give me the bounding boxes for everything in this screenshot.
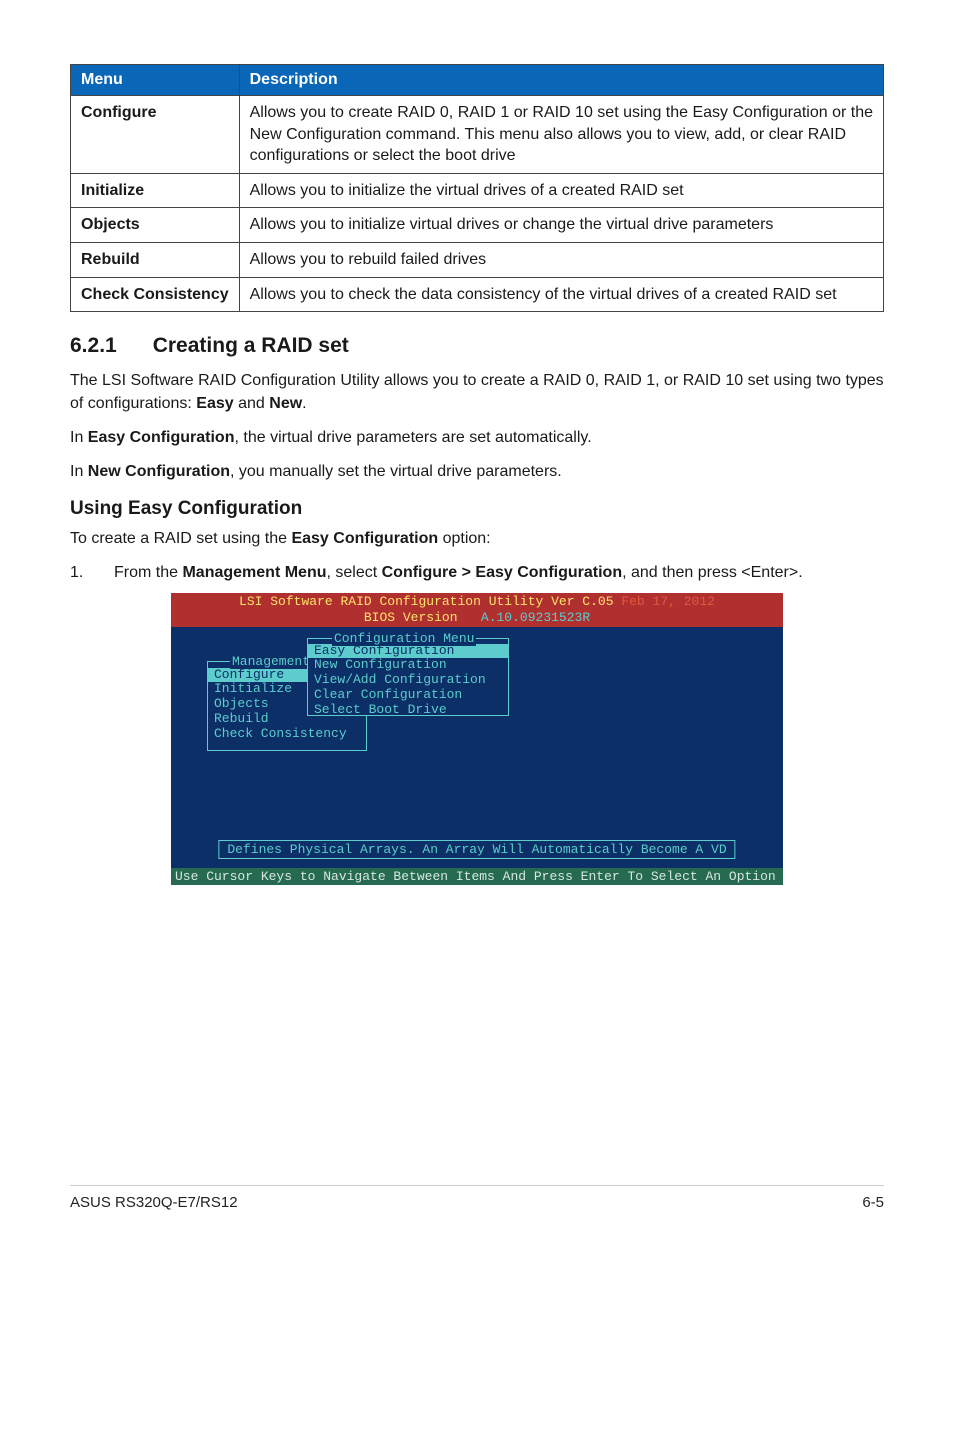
section-heading: 6.2.1 Creating a RAID set bbox=[70, 334, 884, 358]
cell-desc: Allows you to initialize the virtual dri… bbox=[239, 173, 883, 208]
cell-desc: Allows you to initialize virtual drives … bbox=[239, 208, 883, 243]
footer-left: ASUS RS320Q-E7/RS12 bbox=[70, 1194, 238, 1211]
table-row: Objects Allows you to initialize virtual… bbox=[71, 208, 884, 243]
configuration-menu-label: Configuration Menu bbox=[332, 631, 476, 646]
cfg-item-new: New Configuration bbox=[308, 658, 508, 673]
configuration-menu-box: Configuration Menu Easy Configuration Ne… bbox=[307, 638, 509, 716]
menu-description-table: Menu Description Configure Allows you to… bbox=[70, 64, 884, 312]
th-description: Description bbox=[239, 65, 883, 96]
cell-menu: Configure bbox=[71, 96, 240, 174]
console-status: Defines Physical Arrays. An Array Will A… bbox=[218, 840, 735, 859]
bios-console-screenshot: LSI Software RAID Configuration Utility … bbox=[171, 593, 783, 885]
console-footer: Use Cursor Keys to Navigate Between Item… bbox=[171, 868, 783, 885]
table-row: Rebuild Allows you to rebuild failed dri… bbox=[71, 242, 884, 277]
cell-desc: Allows you to check the data consistency… bbox=[239, 277, 883, 312]
step-text: From the Management Menu, select Configu… bbox=[114, 562, 803, 584]
paragraph: In Easy Configuration, the virtual drive… bbox=[70, 427, 884, 449]
th-menu: Menu bbox=[71, 65, 240, 96]
step-number: 1. bbox=[70, 562, 114, 584]
mgmt-item-check-consistency: Check Consistency bbox=[208, 727, 366, 742]
cell-menu: Objects bbox=[71, 208, 240, 243]
section-title: Creating a RAID set bbox=[153, 334, 349, 357]
cell-menu: Check Consistency bbox=[71, 277, 240, 312]
cfg-item-bootdrive: Select Boot Drive bbox=[308, 703, 508, 718]
cell-desc: Allows you to rebuild failed drives bbox=[239, 242, 883, 277]
cell-desc: Allows you to create RAID 0, RAID 1 or R… bbox=[239, 96, 883, 174]
table-row: Check Consistency Allows you to check th… bbox=[71, 277, 884, 312]
footer-right: 6-5 bbox=[862, 1194, 884, 1211]
table-row: Configure Allows you to create RAID 0, R… bbox=[71, 96, 884, 174]
paragraph: To create a RAID set using the Easy Conf… bbox=[70, 528, 884, 550]
section-number: 6.2.1 bbox=[70, 334, 117, 358]
page-footer: ASUS RS320Q-E7/RS12 6-5 bbox=[70, 1185, 884, 1211]
step-list: 1. From the Management Menu, select Conf… bbox=[70, 562, 884, 584]
cell-menu: Rebuild bbox=[71, 242, 240, 277]
cfg-item-easy: Easy Configuration bbox=[308, 644, 508, 659]
table-row: Initialize Allows you to initialize the … bbox=[71, 173, 884, 208]
paragraph: In New Configuration, you manually set t… bbox=[70, 461, 884, 483]
cell-menu: Initialize bbox=[71, 173, 240, 208]
subsection-heading: Using Easy Configuration bbox=[70, 498, 884, 520]
cfg-item-viewadd: View/Add Configuration bbox=[308, 673, 508, 688]
paragraph: The LSI Software RAID Configuration Util… bbox=[70, 370, 884, 415]
cfg-item-clear: Clear Configuration bbox=[308, 688, 508, 703]
list-item: 1. From the Management Menu, select Conf… bbox=[70, 562, 884, 584]
console-title: LSI Software RAID Configuration Utility … bbox=[171, 593, 783, 628]
